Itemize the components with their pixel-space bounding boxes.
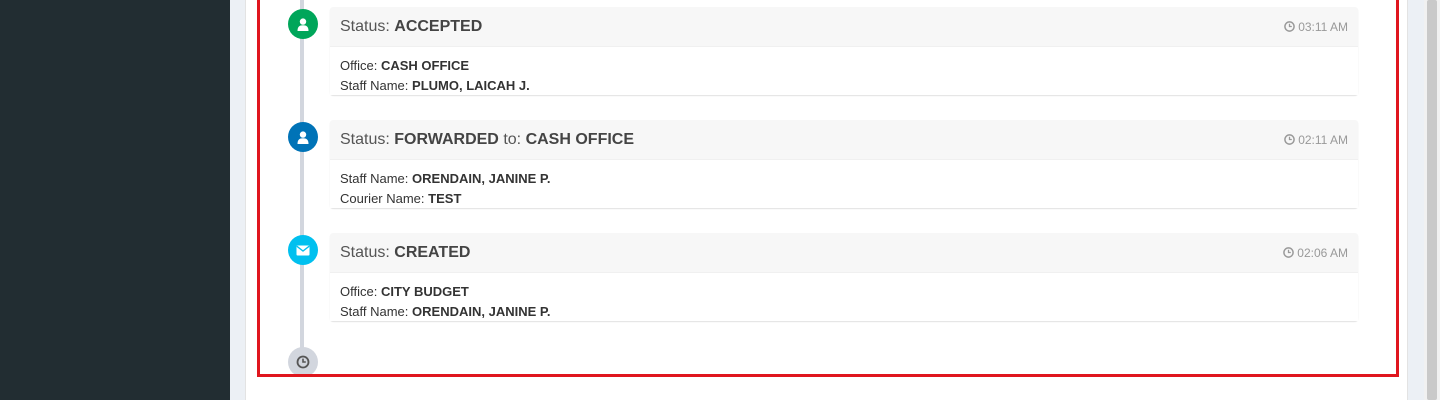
detail-value: CITY BUDGET [380,284,469,299]
timeline-item-body: Office: CITY BUDGET Staff Name: ORENDAIN… [330,273,1358,321]
clock-icon [1283,247,1295,258]
timestamp-text: 02:11 AM [1298,132,1348,147]
detail-value: TEST [428,191,462,206]
detail-label: Staff Name: [340,304,409,319]
timeline-item-body: Office: CASH OFFICE Staff Name: PLUMO, L… [330,47,1358,95]
detail-label: Courier Name: [340,191,425,206]
detail-row: Office: CITY BUDGET [340,282,1348,302]
detail-label: Office: [340,284,378,299]
detail-row: Staff Name: PLUMO, LAICAH J. [340,76,1348,96]
envelope-icon [288,235,318,265]
timeline-item-header: Status: FORWARDED to: CASH OFFICE 02:11 … [330,120,1358,160]
timeline-item-body: Staff Name: ORENDAIN, JANINE P. Courier … [330,160,1358,208]
status-line: Status: ACCEPTED [340,18,482,36]
detail-label: Staff Name: [340,78,409,93]
detail-value: ORENDAIN, JANINE P. [412,171,551,186]
timeline-item: Status: CREATED 02:06 AM Office: CITY BU… [330,233,1358,321]
status-label: Status: [340,130,390,148]
status-value: CREATED [394,243,471,261]
timestamp: 03:11 AM [1284,20,1348,34]
to-value: CASH OFFICE [525,130,635,148]
to-label: to: [503,130,522,148]
detail-value: PLUMO, LAICAH J. [412,78,530,93]
detail-value: CASH OFFICE [380,58,470,73]
detail-row: Staff Name: ORENDAIN, JANINE P. [340,302,1348,322]
sidebar [0,0,230,400]
scrollbar-thumb[interactable] [1427,0,1437,400]
timeline-item: Status: FORWARDED to: CASH OFFICE 02:11 … [330,120,1358,208]
timeline-item-header: Status: CREATED 02:06 AM [330,233,1358,273]
detail-value: ORENDAIN, JANINE P. [412,304,551,319]
timeline-line [300,0,304,362]
clock-icon [1284,134,1296,145]
timestamp: 02:11 AM [1284,133,1348,147]
detail-row: Staff Name: ORENDAIN, JANINE P. [340,169,1348,189]
timestamp: 02:06 AM [1283,246,1348,260]
status-label: Status: [340,17,390,35]
status-value: FORWARDED [394,130,499,148]
user-icon [288,122,318,152]
detail-label: Staff Name: [340,171,409,186]
status-label: Status: [340,243,390,261]
clock-icon [288,347,318,377]
timeline-item-header: Status: ACCEPTED 03:11 AM [330,7,1358,47]
detail-label: Office: [340,58,378,73]
clock-icon [1284,21,1296,32]
timestamp-text: 03:11 AM [1298,19,1348,34]
status-line: Status: CREATED [340,244,470,262]
timeline-item: Status: ACCEPTED 03:11 AM Office: CASH O… [330,7,1358,95]
status-line: Status: FORWARDED to: CASH OFFICE [340,131,634,149]
detail-row: Office: CASH OFFICE [340,56,1348,76]
detail-row: Courier Name: TEST [340,189,1348,209]
timestamp-text: 02:06 AM [1297,245,1348,260]
user-icon [288,9,318,39]
status-value: ACCEPTED [394,17,483,35]
